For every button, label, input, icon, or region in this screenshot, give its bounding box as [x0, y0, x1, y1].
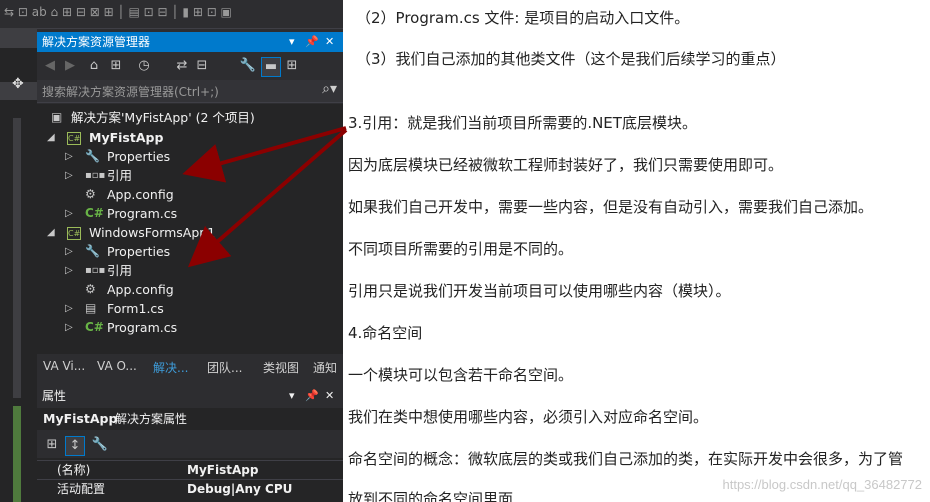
doc-line: （3）我们自己添加的其他类文件（这个是我们后续学习的重点）	[356, 50, 786, 68]
wrench-icon: 🔧	[85, 244, 100, 258]
move-icon[interactable]: ✥	[12, 76, 24, 92]
solution-explorer-titlebar: 解决方案资源管理器 ▾ 📌 ✕	[37, 32, 343, 52]
ide-panel: ⇆ ⊡ ab ⌂ ⊞ ⊟ ⊠ ⊞ │ ▤ ⊡ ⊟ │ ▮ ⊞ ⊡ ▣ ✥ 解决方…	[0, 0, 343, 502]
toolbar-icons-icon[interactable]: ⇆ ⊡ ab ⌂ ⊞ ⊟ ⊠ ⊞ │ ▤ ⊡ ⊟ │ ▮ ⊞ ⊡ ▣	[4, 5, 232, 19]
csharp-file-icon: C#	[85, 320, 104, 334]
properties-grid: (名称) MyFistApp 活动配置 Debug|Any CPU	[37, 458, 343, 502]
collapse-arrow-icon[interactable]: ◢	[47, 128, 55, 147]
tree-project-node[interactable]: ◢ C# WindowsFormsApp1	[41, 223, 341, 242]
property-row[interactable]: 活动配置 Debug|Any CPU	[37, 479, 343, 499]
references-icon: ▪▫▪	[85, 170, 106, 181]
property-row[interactable]: (名称) MyFistApp	[37, 460, 343, 480]
doc-line: 一个模块可以包含若干命名空间。	[348, 366, 574, 384]
tab-notifications[interactable]: 通知	[313, 359, 337, 376]
doc-line: 引用只是说我们开发当前项目可以使用哪些内容（模块）。	[348, 282, 731, 300]
object-type: 解决方案属性	[115, 412, 188, 426]
sync-icon[interactable]: ⇄	[173, 57, 191, 75]
object-name: MyFistApp	[43, 411, 118, 426]
tab-class-view[interactable]: 类视图	[263, 359, 299, 376]
close-icon[interactable]: ✕	[325, 386, 334, 406]
wrench-icon: 🔧	[85, 149, 100, 163]
form-file-icon: ▤	[85, 301, 97, 315]
properties-toolbar: ⊞ ↕ 🔧	[37, 432, 343, 456]
back-icon[interactable]: ◀	[41, 57, 59, 75]
view-class-diagram-icon[interactable]: ⊞	[283, 57, 301, 75]
doc-heading: 4.命名空间	[348, 324, 423, 342]
panel-tabs: VA Vi... VA O... 解决... 团队... 类视图 通知	[37, 356, 343, 378]
tree-item-program-cs[interactable]: ▷ C# Program.cs	[41, 318, 341, 337]
search-icon[interactable]: ⌕▾	[322, 81, 337, 97]
pin-icon[interactable]: 📌	[305, 32, 319, 52]
tree-item-program-cs[interactable]: ▷ C# Program.cs	[41, 204, 341, 223]
properties-title: 属性	[42, 389, 67, 403]
dropdown-icon[interactable]: ▾	[289, 32, 295, 52]
categorized-icon[interactable]: ⊞	[43, 436, 61, 454]
csharp-project-icon: C#	[67, 132, 81, 145]
expand-arrow-icon[interactable]: ▷	[65, 204, 73, 223]
tree-item-form1-cs[interactable]: ▷ ▤ Form1.cs	[41, 299, 341, 318]
expand-arrow-icon[interactable]: ▷	[65, 299, 73, 318]
ide-top-toolbar: ⇆ ⊡ ab ⌂ ⊞ ⊟ ⊠ ⊞ │ ▤ ⊡ ⊟ │ ▮ ⊞ ⊡ ▣	[0, 0, 343, 29]
expand-arrow-icon[interactable]: ▷	[65, 261, 73, 280]
collapse-all-icon[interactable]: ⊟	[193, 57, 211, 75]
csharp-project-icon: C#	[67, 227, 81, 240]
properties-icon[interactable]: 🔧	[239, 57, 257, 75]
doc-line: 不同项目所需要的引用是不同的。	[348, 240, 574, 258]
expand-arrow-icon[interactable]: ▷	[65, 166, 73, 185]
tab-va-view[interactable]: VA Vi...	[43, 359, 85, 373]
solution-tree: ▣ 解决方案'MyFistApp' (2 个项目) ◢ C# MyFistApp…	[37, 104, 343, 354]
tab-solution-explorer[interactable]: 解决...	[153, 359, 188, 376]
solution-search-box[interactable]: 搜索解决方案资源管理器(Ctrl+;) ⌕▾	[37, 80, 343, 103]
blog-document: （2）Program.cs 文件: 是项目的启动入口文件。 （3）我们自己添加的…	[343, 0, 930, 502]
tree-item-properties[interactable]: ▷ 🔧 Properties	[41, 147, 341, 166]
expand-arrow-icon[interactable]: ▷	[65, 318, 73, 337]
close-icon[interactable]: ✕	[325, 32, 334, 52]
tab-va-outline[interactable]: VA O...	[97, 359, 137, 373]
collapse-arrow-icon[interactable]: ◢	[47, 223, 55, 242]
switch-views-icon[interactable]: ⊞	[107, 57, 125, 75]
home-icon[interactable]: ⌂	[85, 57, 103, 75]
expand-arrow-icon[interactable]: ▷	[65, 242, 73, 261]
pin-icon[interactable]: 📌	[305, 386, 319, 406]
doc-line: 命名空间的概念：微软底层的类或我们自己添加的类，在实际开发中会很多，为了管	[348, 450, 904, 468]
tree-item-references[interactable]: ▷ ▪▫▪ 引用	[41, 166, 341, 185]
csharp-file-icon: C#	[85, 206, 104, 220]
forward-icon[interactable]: ▶	[61, 57, 79, 75]
solution-icon: ▣	[51, 110, 63, 124]
solution-explorer-toolbar: ◀ ▶ ⌂ ⊞ ◷ ⇄ ⊟ 🔧 ▬ ⊞	[37, 53, 343, 79]
doc-line: 如果我们自己开发中，需要一些内容，但是没有自动引入，需要我们自己添加。	[348, 198, 874, 216]
properties-object-selector[interactable]: MyFistApp 解决方案属性	[37, 408, 343, 430]
tree-item-properties[interactable]: ▷ 🔧 Properties	[41, 242, 341, 261]
doc-line: 放到不同的命名空间里面	[348, 490, 514, 502]
tree-item-appconfig[interactable]: ⚙ App.config	[41, 280, 341, 299]
tree-item-references[interactable]: ▷ ▪▫▪ 引用	[41, 261, 341, 280]
config-file-icon: ⚙	[85, 187, 96, 201]
tab-team[interactable]: 团队...	[207, 359, 242, 376]
config-file-icon: ⚙	[85, 282, 96, 296]
dropdown-icon[interactable]: ▾	[289, 386, 295, 406]
doc-line: （2）Program.cs 文件: 是项目的启动入口文件。	[356, 9, 690, 27]
editor-scrollbar[interactable]	[13, 118, 21, 398]
editor-gutter: ✥	[0, 28, 37, 502]
pending-changes-icon[interactable]: ◷	[135, 57, 153, 75]
doc-line: 因为底层模块已经被微软工程师封装好了，我们只需要使用即可。	[348, 156, 784, 174]
expand-arrow-icon[interactable]: ▷	[65, 147, 73, 166]
tree-solution-node[interactable]: ▣ 解决方案'MyFistApp' (2 个项目)	[41, 108, 341, 127]
alphabetical-icon[interactable]: ↕	[65, 436, 85, 456]
properties-titlebar: 属性 ▾ 📌 ✕	[37, 386, 343, 406]
references-icon: ▪▫▪	[85, 265, 106, 276]
show-all-files-icon[interactable]: ▬	[261, 57, 281, 77]
solution-explorer-title: 解决方案资源管理器	[42, 35, 151, 49]
search-input[interactable]: 搜索解决方案资源管理器(Ctrl+;)	[42, 83, 219, 100]
watermark: https://blog.csdn.net/qq_36482772	[722, 477, 923, 492]
doc-line: 3.引用：就是我们当前项目所需要的.NET底层模块。	[348, 114, 697, 132]
tree-item-appconfig[interactable]: ⚙ App.config	[41, 185, 341, 204]
doc-line: 我们在类中想使用哪些内容，必须引入对应命名空间。	[348, 408, 709, 426]
property-pages-icon[interactable]: 🔧	[91, 436, 109, 454]
tree-project-node[interactable]: ◢ C# MyFistApp	[41, 128, 341, 147]
